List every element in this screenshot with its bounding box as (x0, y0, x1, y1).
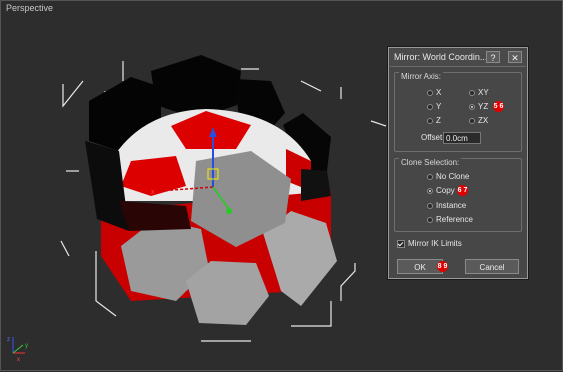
dialog-titlebar[interactable]: Mirror: World Coordin... ? ✕ (390, 49, 526, 67)
gizmo-x-label: x (151, 189, 155, 196)
tripod-y-axis (12, 344, 24, 354)
radio-dot[interactable] (427, 202, 433, 209)
radio-reference[interactable]: Reference (427, 215, 473, 224)
option-label: Copy (436, 186, 455, 195)
badge-ok: 8 9 (437, 261, 448, 272)
radio-no-clone[interactable]: No Clone (427, 172, 469, 181)
tripod-y-label: y (25, 343, 28, 349)
option-label: Z (436, 116, 441, 125)
black-hexagon (151, 55, 241, 119)
dialog-title: Mirror: World Coordin... (394, 52, 488, 62)
option-label: Instance (436, 201, 467, 210)
option-label: Y (436, 102, 442, 111)
option-label: ZX (478, 116, 489, 125)
mirror-axis-label: Mirror Axis: (399, 72, 443, 81)
clone-selection-label: Clone Selection: (399, 158, 462, 167)
close-button[interactable]: ✕ (508, 51, 522, 63)
help-button[interactable]: ? (486, 51, 500, 63)
mirror-dialog: Mirror: World Coordin... ? ✕ Mirror Axis… (388, 47, 528, 279)
radio-axis-x[interactable]: X (427, 88, 441, 97)
badge-yz: 5 6 (493, 101, 504, 112)
cancel-button[interactable]: Cancel (465, 259, 519, 274)
radio-dot[interactable] (469, 117, 475, 124)
tripod-z-label: z (7, 337, 10, 343)
perspective-viewport[interactable]: Perspective x x y z Mirror: World Coordi… (0, 0, 563, 371)
bracket-line (291, 301, 332, 327)
option-label: YZ (478, 102, 489, 111)
bracket-line (340, 263, 356, 301)
radio-dot-selected[interactable] (427, 187, 433, 194)
radio-axis-yz[interactable]: YZ (469, 102, 488, 111)
radio-dot[interactable] (427, 173, 433, 180)
gizmo-y-handle (226, 208, 232, 214)
offset-label: Offset: (421, 133, 445, 142)
bracket-line (300, 80, 322, 92)
radio-axis-xy[interactable]: XY (469, 88, 489, 97)
option-label: X (436, 88, 442, 97)
bracket-line (62, 80, 84, 108)
radio-dot[interactable] (427, 89, 433, 96)
radio-dot[interactable] (469, 89, 475, 96)
option-label: Reference (436, 215, 473, 224)
mirror-ik-checkbox[interactable] (397, 239, 405, 248)
badge-copy: 6 7 (457, 185, 468, 196)
tripod-x-label: x (17, 357, 20, 363)
radio-instance[interactable]: Instance (427, 201, 466, 210)
radio-copy[interactable]: Copy (427, 186, 455, 195)
mirror-ik-label: Mirror IK Limits (408, 239, 462, 248)
option-label: XY (478, 88, 489, 97)
radio-axis-y[interactable]: Y (427, 102, 441, 111)
offset-input[interactable]: 0.0cm (443, 132, 481, 144)
option-label: No Clone (436, 172, 470, 181)
bracket-line (60, 240, 70, 257)
radio-dot[interactable] (427, 117, 433, 124)
radio-axis-zx[interactable]: ZX (469, 116, 488, 125)
radio-dot[interactable] (427, 216, 433, 223)
mirror-ik-limits[interactable]: Mirror IK Limits (397, 239, 462, 248)
black-wall (301, 169, 331, 201)
bracket-line (370, 120, 387, 127)
radio-dot-selected[interactable] (469, 103, 475, 110)
radio-axis-z[interactable]: Z (427, 116, 441, 125)
axis-tripod: x y z (7, 337, 28, 363)
radio-dot[interactable] (427, 103, 433, 110)
